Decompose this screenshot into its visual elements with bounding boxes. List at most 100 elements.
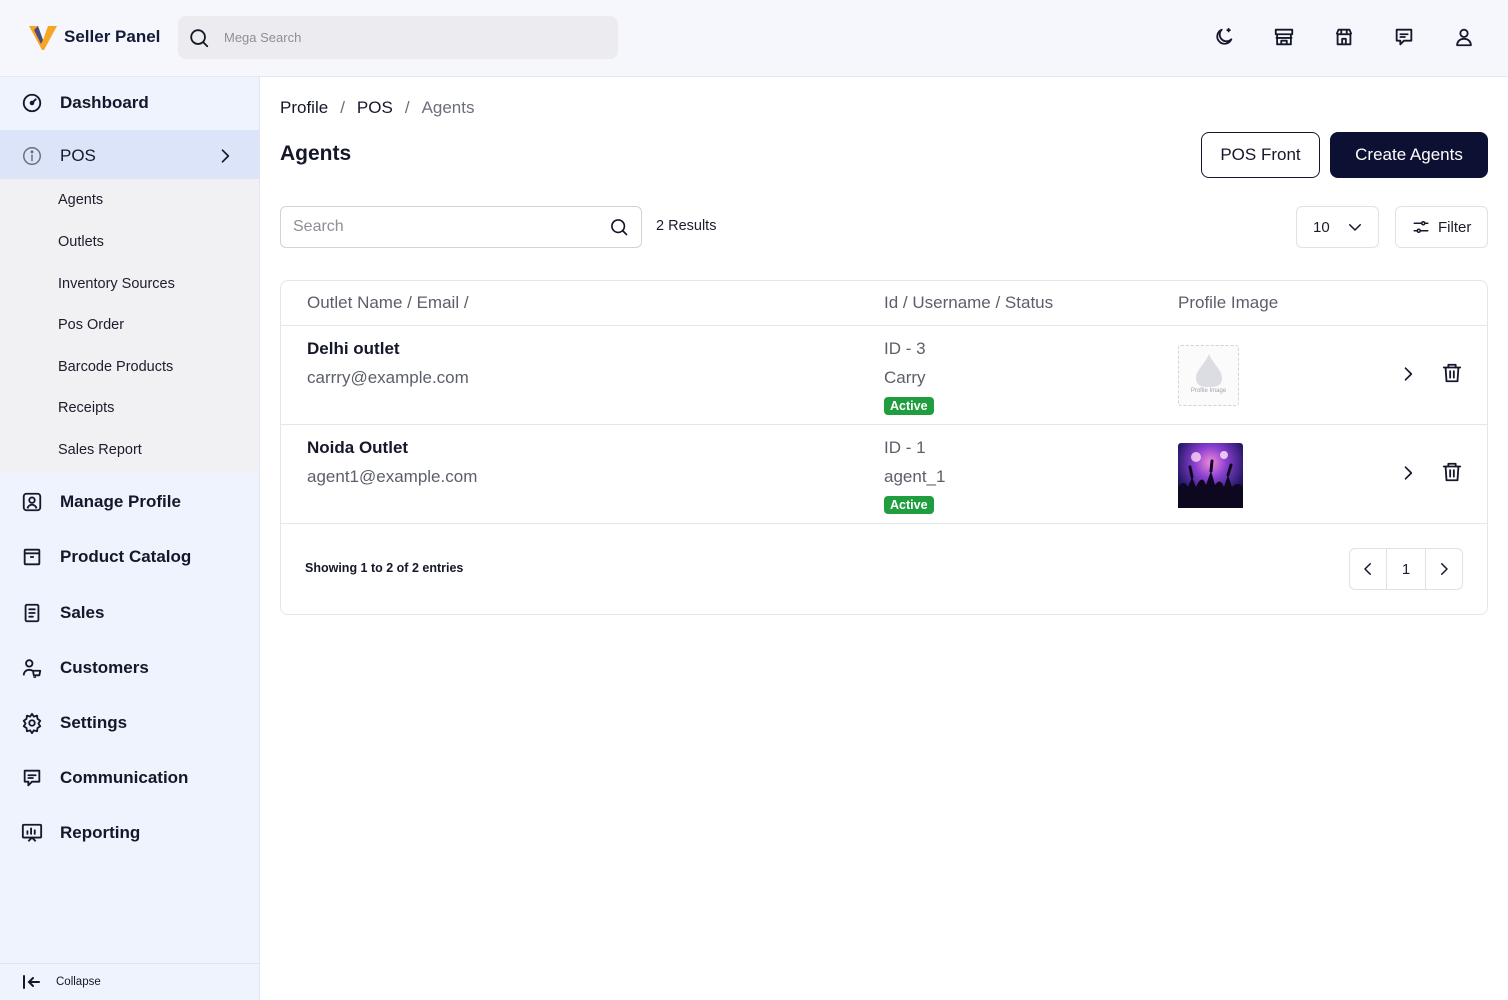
chevron-right-icon	[221, 149, 230, 163]
submenu-item-receipts[interactable]: Receipts	[58, 400, 114, 416]
per-page-select[interactable]: 10	[1296, 206, 1379, 248]
agent-email: agent1@example.com	[307, 467, 478, 486]
agent-username: Carry	[884, 368, 926, 387]
status-badge: Active	[884, 496, 934, 514]
chevron-down-icon	[1349, 224, 1361, 231]
top-header: Seller Panel	[0, 0, 1508, 77]
sidebar-item-label: Product Catalog	[60, 547, 192, 566]
chat-icon	[23, 769, 41, 787]
placeholder-drop-icon	[1196, 354, 1222, 387]
sidebar: Dashboard POS Agents Outlets Inventory S…	[0, 77, 260, 1000]
breadcrumb: Profile / POS / Agents	[280, 98, 475, 118]
submenu-item-barcode-products[interactable]: Barcode Products	[58, 359, 173, 375]
sidebar-item-pos[interactable]: POS	[0, 130, 259, 182]
next-page-button[interactable]	[1426, 549, 1462, 589]
entries-summary: Showing 1 to 2 of 2 entries	[305, 561, 464, 575]
profile-icon	[22, 492, 42, 512]
placeholder-caption: Profile Image	[1190, 388, 1227, 394]
filter-button[interactable]: Filter	[1395, 206, 1488, 248]
table-divider	[281, 523, 1487, 524]
filter-label: Filter	[1438, 218, 1472, 236]
search-icon	[190, 28, 209, 47]
pos-submenu: Agents Outlets Inventory Sources Pos Ord…	[0, 179, 259, 472]
submenu-item-pos-order[interactable]: Pos Order	[58, 317, 124, 333]
shop-icon[interactable]	[1332, 25, 1356, 49]
sidebar-item-dashboard[interactable]: Dashboard	[0, 77, 259, 129]
collapse-arrow-icon	[23, 975, 40, 989]
chevron-right-icon[interactable]	[1398, 462, 1418, 484]
logo-v-icon	[29, 26, 57, 50]
pos-front-button[interactable]: POS Front	[1201, 132, 1320, 178]
chevron-right-icon	[1440, 563, 1448, 575]
collapse-label: Collapse	[56, 976, 101, 988]
trash-icon[interactable]	[1441, 460, 1463, 484]
filter-sliders-icon	[1413, 221, 1429, 233]
sidebar-item-label: POS	[60, 146, 96, 165]
breadcrumb-pos[interactable]: POS	[357, 98, 393, 118]
dashboard-gauge-icon	[22, 93, 42, 113]
sidebar-item-label: Dashboard	[60, 93, 149, 112]
sidebar-item-product-catalog[interactable]: Product Catalog	[0, 531, 259, 583]
app-title: Seller Panel	[64, 27, 161, 46]
outlet-name: Delhi outlet	[307, 339, 400, 358]
prev-page-button[interactable]	[1350, 549, 1386, 589]
collapse-sidebar-button[interactable]: Collapse	[0, 963, 259, 1000]
chevron-right-icon[interactable]	[1398, 363, 1418, 385]
page-title: Agents	[280, 142, 352, 165]
sidebar-item-sales[interactable]: Sales	[0, 587, 259, 639]
header-actions	[1212, 25, 1476, 49]
agent-id: ID - 1	[884, 438, 926, 457]
table-row: Noida Outlet agent1@example.com ID - 1 a…	[281, 424, 1487, 523]
submenu-item-sales-report[interactable]: Sales Report	[58, 442, 142, 458]
profile-image-photo	[1178, 443, 1243, 508]
breadcrumb-profile[interactable]: Profile	[280, 98, 328, 118]
sidebar-item-label: Sales	[60, 603, 105, 622]
results-count: 2 Results	[656, 218, 717, 234]
trash-icon[interactable]	[1441, 361, 1463, 385]
breadcrumb-separator: /	[404, 98, 410, 117]
chat-icon[interactable]	[1392, 25, 1416, 49]
create-agents-button[interactable]: Create Agents	[1330, 132, 1488, 178]
mega-search-bar[interactable]	[178, 16, 618, 59]
submenu-item-inventory-sources[interactable]: Inventory Sources	[58, 276, 175, 292]
sidebar-item-customers[interactable]: Customers	[0, 642, 259, 694]
sidebar-item-label: Manage Profile	[60, 492, 181, 511]
breadcrumb-current: Agents	[421, 98, 475, 117]
user-icon[interactable]	[1452, 25, 1476, 49]
page-number-button[interactable]: 1	[1386, 549, 1426, 589]
per-page-value: 10	[1313, 218, 1330, 236]
sidebar-item-manage-profile[interactable]: Manage Profile	[0, 476, 259, 528]
sidebar-item-settings[interactable]: Settings	[0, 697, 259, 749]
agents-search-input[interactable]	[293, 218, 609, 236]
search-icon	[611, 219, 628, 236]
column-header-profile-image: Profile Image	[1178, 293, 1279, 312]
customers-icon	[22, 659, 42, 679]
sidebar-item-communication[interactable]: Communication	[0, 752, 259, 804]
sidebar-item-label: Settings	[60, 713, 128, 732]
catalog-icon	[23, 548, 41, 566]
breadcrumb-separator: /	[340, 98, 345, 117]
sidebar-item-reporting[interactable]: Reporting	[0, 807, 259, 859]
theme-moon-icon[interactable]	[1212, 25, 1236, 49]
sales-document-icon	[24, 603, 40, 623]
sidebar-item-label: Reporting	[60, 823, 141, 842]
column-header-outlet: Outlet Name / Email /	[307, 293, 469, 312]
outlet-name: Noida Outlet	[307, 438, 409, 457]
agents-table: Outlet Name / Email / Id / Username / St…	[280, 280, 1488, 615]
app-logo[interactable]: Seller Panel	[28, 22, 160, 52]
agents-search-box[interactable]	[280, 206, 642, 248]
agent-id: ID - 3	[884, 339, 926, 358]
store-icon[interactable]	[1272, 25, 1296, 49]
agent-username: agent_1	[884, 467, 946, 486]
column-header-id: Id / Username / Status	[884, 293, 1054, 312]
chevron-left-icon	[1364, 563, 1372, 575]
profile-image-placeholder: Profile Image	[1178, 345, 1239, 406]
submenu-item-agents[interactable]: Agents	[58, 192, 103, 208]
sidebar-item-label: Communication	[60, 768, 189, 787]
reporting-icon	[21, 823, 43, 842]
status-badge: Active	[884, 397, 934, 415]
submenu-item-outlets[interactable]: Outlets	[58, 234, 104, 250]
sidebar-item-label: Customers	[60, 658, 149, 677]
mega-search-input[interactable]	[224, 30, 604, 45]
agent-email: carrry@example.com	[307, 368, 469, 387]
